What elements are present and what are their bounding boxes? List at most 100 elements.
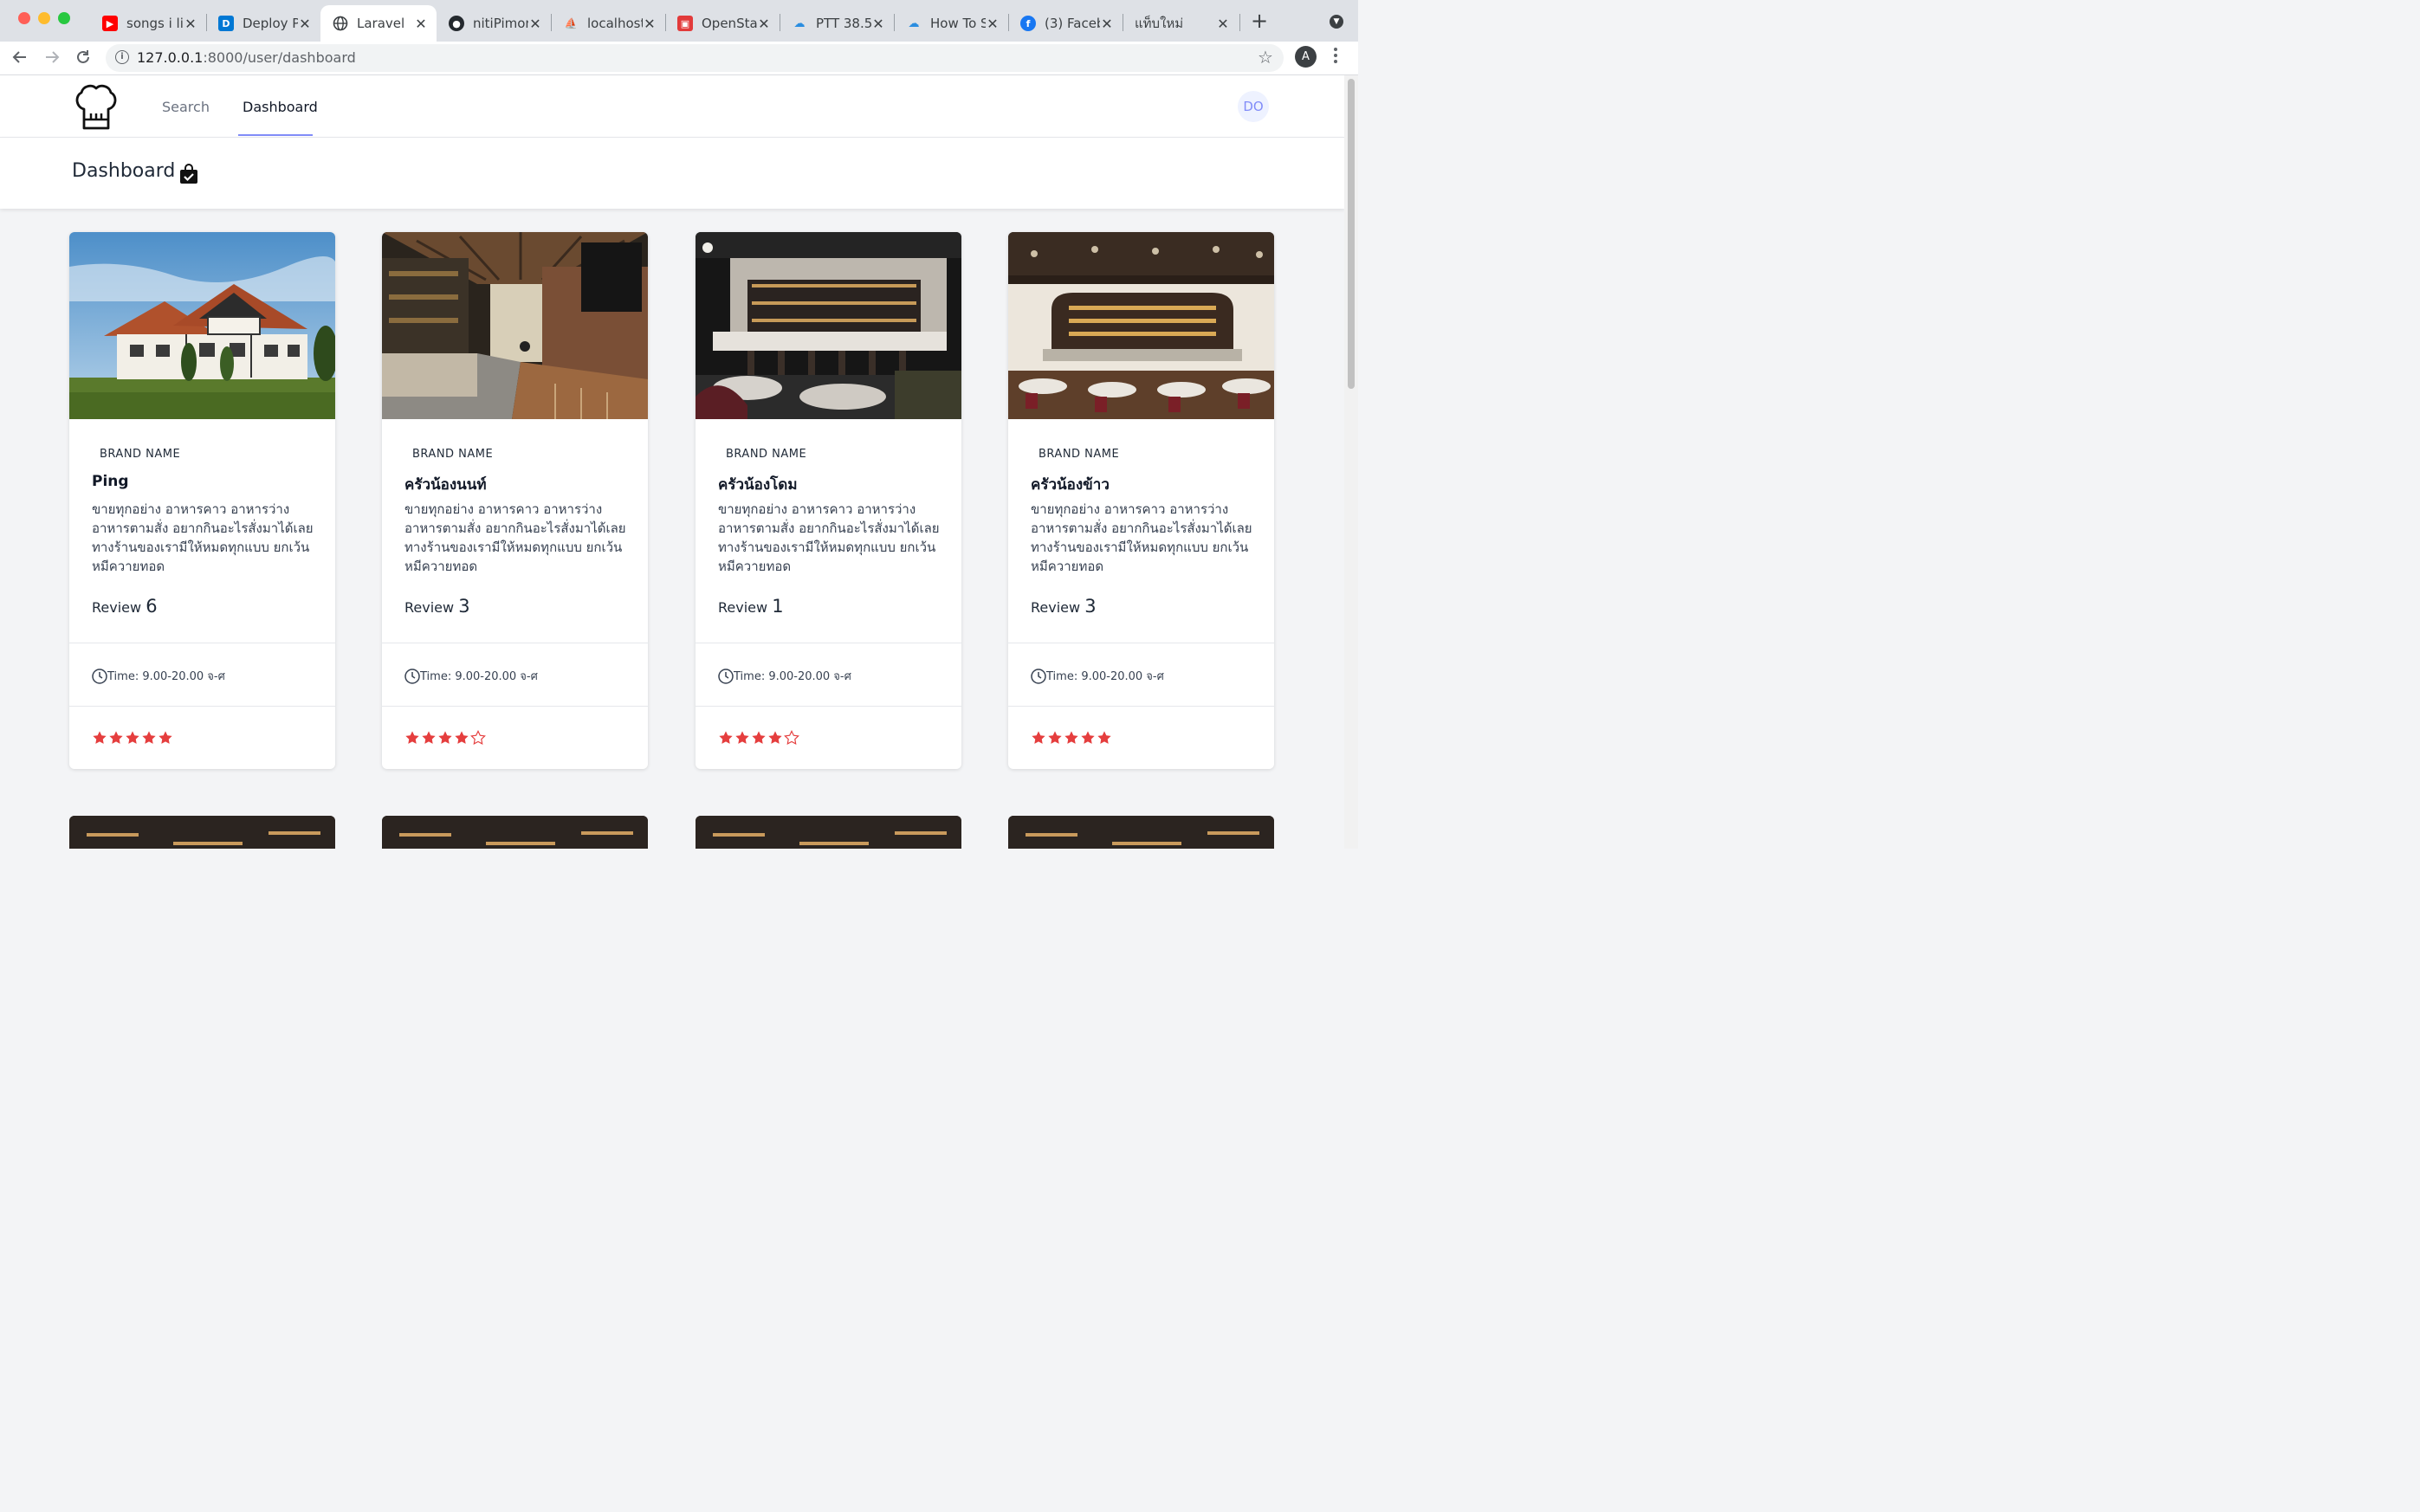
- close-tab-icon[interactable]: ✕: [414, 16, 428, 32]
- close-tab-icon[interactable]: ✕: [986, 16, 1000, 32]
- url-path: :8000/user/dashboard: [203, 49, 356, 66]
- close-tab-icon[interactable]: ✕: [757, 16, 771, 32]
- star-filled-icon: [1048, 731, 1062, 744]
- tab-title: nitiPimon: [473, 16, 528, 31]
- card-divider: [696, 706, 961, 707]
- star-filled-icon: [1097, 731, 1111, 744]
- close-tab-icon[interactable]: ✕: [184, 16, 197, 32]
- restaurant-card[interactable]: BRAND NAME ครัวน้องนนท์ ขายทุกอย่าง อาหา…: [382, 232, 648, 769]
- restaurant-card[interactable]: BRAND NAME ครัวน้องโดม ขายทุกอย่าง อาหาร…: [696, 232, 961, 769]
- star-filled-icon: [405, 731, 419, 744]
- restaurant-card-partial[interactable]: [69, 816, 335, 849]
- cloud-icon: ☁: [908, 16, 920, 30]
- review-count: Review 3: [404, 596, 470, 617]
- restaurant-card[interactable]: BRAND NAME ครัวน้องข้าว ขายทุกอย่าง อาหา…: [1008, 232, 1274, 769]
- site-info-icon[interactable]: i: [115, 50, 129, 64]
- tab-title: แท็บใหม่: [1135, 16, 1184, 31]
- profile-avatar[interactable]: A: [1295, 46, 1317, 68]
- nav-link-dashboard[interactable]: Dashboard: [243, 99, 318, 115]
- browser-tab[interactable]: ▣ OpenStac ✕: [665, 5, 780, 42]
- browser-tab-active[interactable]: Laravel ✕: [320, 5, 437, 42]
- address-bar[interactable]: i 127.0.0.1:8000/user/dashboard ☆: [106, 44, 1284, 72]
- tab-title: Deploy Ph: [243, 16, 298, 31]
- browser-tab[interactable]: ☁ How To S ✕: [894, 5, 1008, 42]
- clock-icon: [1031, 668, 1046, 684]
- restaurant-name[interactable]: ครัวน้องข้าว: [1031, 473, 1110, 496]
- restaurant-card-partial[interactable]: [696, 816, 961, 849]
- restaurant-card-partial[interactable]: [1008, 816, 1274, 849]
- chef-hat-logo-icon[interactable]: [73, 82, 120, 134]
- browser-tab[interactable]: ☁ PTT 38.5 ✕: [780, 5, 894, 42]
- brand-label: BRAND NAME: [412, 448, 494, 461]
- browser-tab[interactable]: ⛵ localhost ✕: [551, 5, 665, 42]
- browser-tab[interactable]: ● nitiPimon ✕: [437, 5, 551, 42]
- review-number: 6: [146, 596, 158, 617]
- close-tab-icon[interactable]: ✕: [528, 16, 542, 32]
- tab-title: Laravel: [357, 16, 405, 31]
- back-arrow-icon[interactable]: [11, 48, 29, 68]
- tab-title: localhost: [587, 16, 643, 31]
- tab-title: OpenStac: [702, 16, 757, 31]
- star-filled-icon: [142, 731, 156, 744]
- star-filled-icon: [455, 731, 469, 744]
- star-filled-icon: [422, 731, 436, 744]
- card-divider: [382, 706, 648, 707]
- tab-title: songs i lis: [126, 16, 184, 31]
- restaurant-card-partial[interactable]: [382, 816, 648, 849]
- brand-label: BRAND NAME: [1039, 448, 1120, 461]
- close-tab-icon[interactable]: ✕: [1100, 16, 1114, 32]
- review-count: Review 6: [92, 596, 158, 617]
- restaurant-name[interactable]: ครัวน้องโดม: [718, 473, 798, 496]
- opening-hours: Time: 9.00-20.00 จ-ศ: [718, 667, 851, 685]
- tab-search-icon[interactable]: ▼: [1330, 15, 1343, 29]
- azure-devops-icon: D: [218, 16, 234, 31]
- phpmyadmin-icon: ⛵: [564, 17, 578, 29]
- forward-arrow-icon[interactable]: [43, 48, 61, 68]
- app-navbar: Search Dashboard DO: [0, 75, 1344, 138]
- close-tab-icon[interactable]: ✕: [298, 16, 312, 32]
- restaurant-interior-photo: [69, 816, 335, 849]
- star-rating: [1031, 730, 1112, 746]
- nav-link-search[interactable]: Search: [162, 99, 210, 115]
- browser-tab[interactable]: แท็บใหม่ ✕: [1123, 5, 1239, 42]
- star-filled-icon: [1081, 731, 1095, 744]
- browser-tab[interactable]: f (3) Faceb ✕: [1008, 5, 1123, 42]
- star-rating: [404, 730, 486, 746]
- bookmark-star-icon[interactable]: ☆: [1258, 47, 1273, 68]
- more-menu-icon[interactable]: [1334, 48, 1337, 63]
- browser-tab[interactable]: D Deploy Ph ✕: [206, 5, 320, 42]
- browser-tab[interactable]: ▶ songs i lis ✕: [90, 5, 206, 42]
- review-label: Review: [1031, 599, 1081, 616]
- star-filled-icon: [752, 731, 766, 744]
- card-divider: [69, 706, 335, 707]
- globe-icon: [333, 16, 348, 31]
- star-filled-icon: [159, 731, 172, 744]
- user-avatar[interactable]: DO: [1238, 91, 1269, 122]
- scrollbar-thumb[interactable]: [1348, 79, 1355, 389]
- review-label: Review: [718, 599, 768, 616]
- restaurant-name[interactable]: ครัวน้องนนท์: [404, 473, 487, 496]
- new-tab-icon[interactable]: +: [1251, 10, 1268, 31]
- close-window-button[interactable]: [18, 12, 30, 24]
- review-count: Review 1: [718, 596, 784, 617]
- star-rating: [718, 730, 799, 746]
- minimize-window-button[interactable]: [38, 12, 50, 24]
- restaurant-description: ขายทุกอย่าง อาหารคาว อาหารว่าง อาหารตามส…: [1031, 501, 1252, 574]
- close-tab-icon[interactable]: ✕: [1216, 16, 1230, 32]
- brand-label: BRAND NAME: [726, 448, 807, 461]
- restaurant-card[interactable]: BRAND NAME Ping ขายทุกอย่าง อาหารคาว อาห…: [69, 232, 335, 769]
- ptt-icon: ☁: [793, 16, 806, 30]
- reload-icon[interactable]: [74, 48, 92, 68]
- close-tab-icon[interactable]: ✕: [643, 16, 657, 32]
- maximize-window-button[interactable]: [58, 12, 70, 24]
- restaurant-name[interactable]: Ping: [92, 473, 129, 490]
- star-filled-icon: [438, 731, 452, 744]
- restaurant-description: ขายทุกอย่าง อาหารคาว อาหารว่าง อาหารตามส…: [404, 501, 626, 574]
- opening-hours: Time: 9.00-20.00 จ-ศ: [1031, 667, 1164, 685]
- page-scrollbar[interactable]: [1344, 75, 1358, 849]
- review-number: 1: [772, 596, 784, 617]
- review-label: Review: [404, 599, 455, 616]
- close-tab-icon[interactable]: ✕: [871, 16, 885, 32]
- brand-label: BRAND NAME: [100, 448, 181, 461]
- opening-hours: Time: 9.00-20.00 จ-ศ: [92, 667, 225, 685]
